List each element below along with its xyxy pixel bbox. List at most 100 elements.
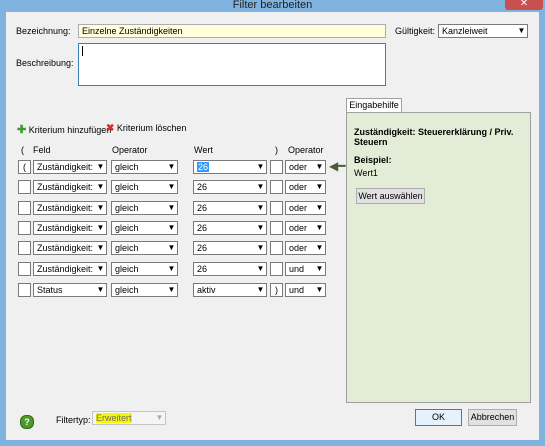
field-value: Zuständigkeit:	[37, 162, 94, 172]
close-paren-input[interactable]	[270, 201, 283, 215]
help-question-icon[interactable]: ?	[20, 415, 34, 429]
chevron-down-icon: ▼	[315, 285, 324, 294]
field-dropdown[interactable]: Zuständigkeit: ▼	[33, 241, 107, 255]
description-textarea[interactable]	[78, 43, 386, 86]
operator-dropdown[interactable]: gleich ▼	[111, 180, 178, 194]
logic-dropdown[interactable]: oder ▼	[285, 201, 326, 215]
chevron-down-icon: ▼	[167, 243, 176, 252]
chevron-down-icon: ▼	[167, 264, 176, 273]
value-text: 26	[197, 223, 208, 233]
scope-value: Kanzleiweit	[442, 26, 488, 36]
field-dropdown[interactable]: Status ▼	[33, 283, 107, 297]
delete-criterion-label: Kriterium löschen	[116, 123, 187, 133]
window-title: Filter bearbeiten	[232, 0, 313, 11]
value-dropdown[interactable]: 26 ▼	[193, 241, 267, 255]
chevron-down-icon: ▼	[96, 182, 105, 191]
value-dropdown[interactable]: 26 ▼	[193, 180, 267, 194]
field-dropdown[interactable]: Zuständigkeit: ▼	[33, 180, 107, 194]
open-paren-input[interactable]	[18, 262, 31, 276]
close-paren-input[interactable]	[270, 160, 283, 174]
operator-dropdown[interactable]: gleich ▼	[111, 160, 178, 174]
open-paren-input[interactable]	[18, 241, 31, 255]
name-label: Bezeichnung:	[16, 26, 71, 36]
help-example-label: Beispiel:	[354, 155, 392, 165]
help-heading: Zuständigkeit: Steuererklärung / Priv. S…	[354, 127, 514, 147]
open-paren-input[interactable]	[18, 221, 31, 235]
operator-value: gleich	[115, 182, 139, 192]
dialog-client: Bezeichnung: Einzelne Zuständigkeiten Gü…	[6, 12, 539, 440]
operator-dropdown[interactable]: gleich ▼	[111, 241, 178, 255]
field-dropdown[interactable]: Zuständigkeit: ▼	[33, 160, 107, 174]
close-icon: ✕	[519, 0, 529, 9]
close-button[interactable]: ✕	[505, 0, 543, 10]
operator-dropdown[interactable]: gleich ▼	[111, 221, 178, 235]
name-input[interactable]: Einzelne Zuständigkeiten	[78, 24, 386, 38]
chevron-down-icon: ▼	[315, 243, 324, 252]
logic-dropdown[interactable]: und ▼	[285, 283, 326, 297]
value-text: aktiv	[197, 285, 216, 295]
field-value: Zuständigkeit:	[37, 203, 94, 213]
value-text: 26	[197, 162, 210, 172]
chevron-down-icon: ▼	[517, 26, 526, 35]
delete-x-icon: ✖	[106, 123, 115, 134]
value-dropdown[interactable]: 26 ▼	[193, 201, 267, 215]
chevron-down-icon: ▼	[315, 264, 324, 273]
operator-value: gleich	[115, 243, 139, 253]
chevron-down-icon: ▼	[167, 182, 176, 191]
open-paren-input[interactable]: (	[18, 160, 31, 174]
tab-eingabehilfe[interactable]: Eingabehilfe	[346, 98, 402, 113]
col-open-paren: (	[21, 145, 24, 155]
title-bar: Filter bearbeiten ✕	[0, 0, 545, 12]
logic-value: oder	[289, 182, 308, 192]
col-field: Feld	[33, 145, 51, 155]
chevron-down-icon: ▼	[256, 182, 265, 191]
field-dropdown[interactable]: Zuständigkeit: ▼	[33, 221, 107, 235]
close-paren-input[interactable]	[270, 221, 283, 235]
field-value: Zuständigkeit:	[37, 243, 94, 253]
chevron-down-icon: ▼	[315, 223, 324, 232]
add-criterion-button[interactable]: ✚ Kriterium hinzufügen	[17, 123, 111, 136]
chevron-down-icon: ▼	[96, 162, 105, 171]
chevron-down-icon: ▼	[256, 264, 265, 273]
open-paren-input[interactable]	[18, 201, 31, 215]
logic-dropdown[interactable]: und ▼	[285, 262, 326, 276]
value-dropdown[interactable]: 26 ▼	[193, 262, 267, 276]
help-example-value: Wert1	[354, 168, 378, 178]
chevron-down-icon: ▼	[256, 203, 265, 212]
value-dropdown[interactable]: aktiv ▼	[193, 283, 267, 297]
chevron-down-icon: ▼	[256, 162, 265, 171]
field-dropdown[interactable]: Zuständigkeit: ▼	[33, 262, 107, 276]
delete-criterion-button[interactable]: ✖ Kriterium löschen	[106, 123, 186, 134]
logic-value: oder	[289, 162, 308, 172]
logic-dropdown[interactable]: oder ▼	[285, 221, 326, 235]
chevron-down-icon: ▼	[256, 285, 265, 294]
logic-dropdown[interactable]: oder ▼	[285, 180, 326, 194]
col-operator: Operator	[112, 145, 148, 155]
logic-value: oder	[289, 203, 308, 213]
open-paren-input[interactable]	[18, 180, 31, 194]
value-dropdown[interactable]: 26 ▼	[193, 221, 267, 235]
choose-value-button[interactable]: Wert auswählen	[356, 188, 425, 204]
close-paren-input[interactable]	[270, 180, 283, 194]
field-dropdown[interactable]: Zuständigkeit: ▼	[33, 201, 107, 215]
operator-dropdown[interactable]: gleich ▼	[111, 283, 178, 297]
operator-dropdown[interactable]: gleich ▼	[111, 201, 178, 215]
logic-dropdown[interactable]: oder ▼	[285, 241, 326, 255]
cancel-button[interactable]: Abbrechen	[468, 409, 517, 426]
operator-dropdown[interactable]: gleich ▼	[111, 262, 178, 276]
close-paren-input[interactable]	[270, 241, 283, 255]
scope-dropdown[interactable]: Kanzleiweit ▼	[438, 24, 528, 38]
operator-value: gleich	[115, 203, 139, 213]
chevron-down-icon: ▼	[96, 203, 105, 212]
close-paren-input[interactable]: )	[270, 283, 283, 297]
close-paren-input[interactable]	[270, 262, 283, 276]
ok-button[interactable]: OK	[415, 409, 462, 426]
chevron-down-icon: ▼	[256, 223, 265, 232]
logic-dropdown[interactable]: oder ▼	[285, 160, 326, 174]
chevron-down-icon: ▼	[167, 223, 176, 232]
open-paren-input[interactable]	[18, 283, 31, 297]
filtertype-dropdown[interactable]: Erweitert ▼	[92, 411, 166, 425]
value-dropdown[interactable]: 26 ▼	[193, 160, 267, 174]
filtertype-value: Erweitert	[96, 413, 132, 423]
chevron-down-icon: ▼	[256, 243, 265, 252]
